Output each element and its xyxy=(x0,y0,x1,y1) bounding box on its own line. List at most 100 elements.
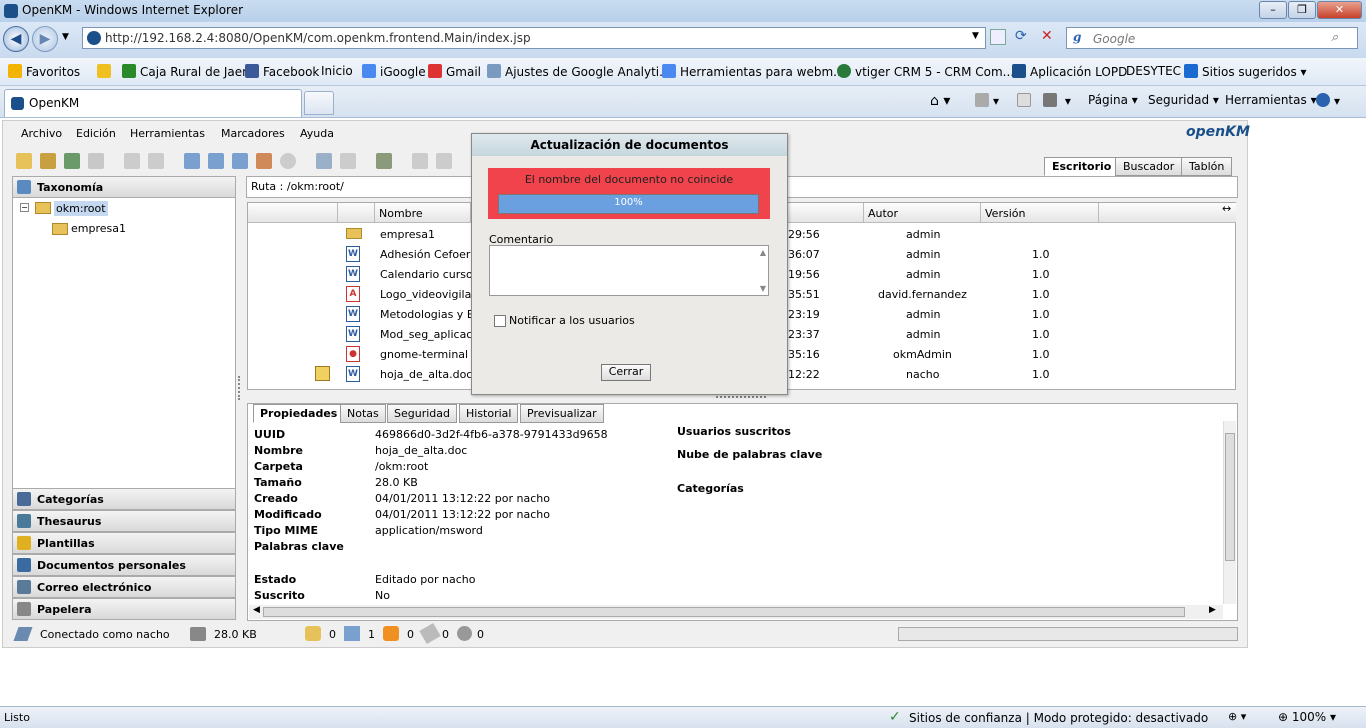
print-icon[interactable]: ▾ xyxy=(1043,93,1071,108)
create-folder-icon[interactable] xyxy=(16,153,32,169)
notify-users-checkbox[interactable] xyxy=(494,315,506,327)
fav-inicio[interactable]: Inicio xyxy=(321,64,353,78)
lock-icon[interactable] xyxy=(124,153,140,169)
mail-icon[interactable] xyxy=(1017,93,1035,108)
tree-node-empresa1[interactable]: empresa1 xyxy=(71,222,126,235)
tab-escritorio[interactable]: Escritorio xyxy=(1044,157,1120,176)
tab-tablon[interactable]: Tablón xyxy=(1181,157,1233,176)
row-name[interactable]: gnome-terminal xyxy=(380,348,468,361)
fav-lopd[interactable]: Aplicación LOPD xyxy=(1012,64,1127,79)
browser-tab-openkm[interactable]: OpenKM xyxy=(4,89,302,117)
checkin-icon[interactable] xyxy=(232,153,248,169)
row-name[interactable]: hoja_de_alta.doc xyxy=(380,368,472,381)
menu-archivo[interactable]: Archivo xyxy=(21,127,62,140)
tab-seguridad[interactable]: Seguridad xyxy=(387,404,457,423)
vertical-splitter[interactable] xyxy=(238,376,243,400)
fav-desytec[interactable]: DESYTEC xyxy=(1126,64,1181,78)
props-horizontal-scrollbar[interactable]: ◀ ▶ xyxy=(249,605,1223,619)
horizontal-splitter[interactable] xyxy=(716,396,766,400)
props-vertical-scrollbar[interactable] xyxy=(1223,421,1236,604)
row-name[interactable]: Mod_seg_aplicac xyxy=(380,328,472,341)
row-name[interactable]: Calendario curso xyxy=(380,268,473,281)
tab-previsualizar[interactable]: Previsualizar xyxy=(520,404,604,423)
security-menu[interactable]: Seguridad ▾ xyxy=(1148,93,1219,107)
menu-herramientas[interactable]: Herramientas xyxy=(130,127,205,140)
grid-header-date[interactable] xyxy=(788,203,864,223)
search-icon[interactable]: ⌕ xyxy=(1331,30,1338,45)
pdf-icon[interactable] xyxy=(88,153,104,169)
page-menu[interactable]: Página ▾ xyxy=(1088,93,1138,107)
add-document-icon[interactable] xyxy=(184,153,200,169)
stack-documentos-personales[interactable]: Documentos personales xyxy=(12,554,236,576)
compatibility-icon[interactable] xyxy=(990,29,1006,45)
history-dropdown-icon[interactable]: ▼ xyxy=(62,32,69,42)
help-icon[interactable]: ▾ xyxy=(1316,93,1340,108)
favorites-button[interactable]: Favoritos xyxy=(8,64,80,79)
find-folder-icon[interactable] xyxy=(40,153,56,169)
address-field[interactable]: http://192.168.2.4:8080/OpenKM/com.openk… xyxy=(82,27,986,49)
grid-header-version[interactable]: Versión xyxy=(981,203,1099,223)
fav-vtiger[interactable]: vtiger CRM 5 - CRM Com... xyxy=(837,64,1014,79)
maximize-button[interactable]: ❐ xyxy=(1288,1,1316,19)
home-icon[interactable]: ⌂ ▾ xyxy=(930,93,950,109)
fav-sitios-sugeridos[interactable]: Sitios sugeridos ▾ xyxy=(1184,64,1307,79)
fav-gmail[interactable]: Gmail xyxy=(428,64,481,79)
tools-menu[interactable]: Herramientas ▾ xyxy=(1225,93,1317,107)
zoom-level[interactable]: ⊕ 100% ▾ xyxy=(1278,710,1336,724)
address-dropdown-icon[interactable]: ▼ xyxy=(972,31,979,41)
column-resize-icon[interactable]: ↔ xyxy=(1222,202,1231,215)
prop-value[interactable]: /okm:root xyxy=(375,460,428,473)
minimize-button[interactable]: – xyxy=(1259,1,1287,19)
new-tab-button[interactable] xyxy=(304,91,334,115)
row-name[interactable]: Metodologias y E xyxy=(380,308,474,321)
mail-count-icon[interactable] xyxy=(383,626,399,641)
feeds-icon[interactable]: ▾ xyxy=(975,93,999,108)
delete-icon[interactable] xyxy=(280,153,296,169)
workflow-icon[interactable] xyxy=(376,153,392,169)
unlock-icon[interactable] xyxy=(148,153,164,169)
add-favorites-icon[interactable] xyxy=(97,64,115,79)
gear-icon[interactable] xyxy=(457,626,472,641)
menu-marcadores[interactable]: Marcadores xyxy=(221,127,285,140)
checkout-docs-icon[interactable] xyxy=(344,626,360,641)
menu-edicion[interactable]: Edición xyxy=(76,127,116,140)
comment-textarea[interactable]: ▲ ▼ xyxy=(489,245,769,296)
row-name[interactable]: empresa1 xyxy=(380,228,435,241)
fav-facebook[interactable]: Facebook xyxy=(245,64,319,79)
scrollbar-thumb[interactable] xyxy=(1225,433,1235,561)
add-property-group-icon[interactable] xyxy=(316,153,332,169)
stop-icon[interactable]: ✕ xyxy=(1041,28,1053,44)
grid-header-icons[interactable] xyxy=(248,203,338,223)
tab-notas[interactable]: Notas xyxy=(340,404,386,423)
fav-webmaster[interactable]: Herramientas para webm... xyxy=(662,64,845,79)
protection-icon[interactable]: ⊕ ▾ xyxy=(1228,710,1246,723)
menu-ayuda[interactable]: Ayuda xyxy=(300,127,334,140)
stack-correo[interactable]: Correo electrónico xyxy=(12,576,236,598)
fav-analytics[interactable]: Ajustes de Google Analyti... xyxy=(487,64,671,79)
remove-property-group-icon[interactable] xyxy=(340,153,356,169)
stack-papelera[interactable]: Papelera xyxy=(12,598,236,620)
row-name[interactable]: Adhesión Cefoer xyxy=(380,248,470,261)
grid-header-name[interactable]: Nombre xyxy=(375,203,471,223)
scrollbar-thumb[interactable] xyxy=(263,607,1185,617)
add-subscription-icon[interactable] xyxy=(412,153,428,169)
back-button[interactable]: ◀ xyxy=(3,26,29,52)
fav-igoogle[interactable]: iGoogle xyxy=(362,64,426,79)
grid-header-author[interactable]: Autor xyxy=(864,203,981,223)
checkout-icon[interactable] xyxy=(208,153,224,169)
fav-caja-rural[interactable]: Caja Rural de Jaen xyxy=(122,64,250,79)
download-icon[interactable] xyxy=(64,153,80,169)
close-window-button[interactable]: ✕ xyxy=(1317,1,1362,19)
forward-button[interactable]: ▶ xyxy=(32,26,58,52)
stack-categorias[interactable]: Categorías xyxy=(12,488,236,510)
tab-propiedades[interactable]: Propiedades xyxy=(253,404,345,423)
stack-thesaurus[interactable]: Thesaurus xyxy=(12,510,236,532)
grid-header-type[interactable] xyxy=(338,203,375,223)
tab-buscador[interactable]: Buscador xyxy=(1115,157,1183,176)
refresh-icon[interactable]: ⟳ xyxy=(1015,28,1027,44)
locked-docs-icon[interactable] xyxy=(305,626,321,641)
security-zone[interactable]: Sitios de confianza | Modo protegido: de… xyxy=(909,711,1208,725)
remove-subscription-icon[interactable] xyxy=(436,153,452,169)
cancel-checkout-icon[interactable] xyxy=(256,153,272,169)
tree-node-root[interactable]: okm:root xyxy=(54,201,108,216)
